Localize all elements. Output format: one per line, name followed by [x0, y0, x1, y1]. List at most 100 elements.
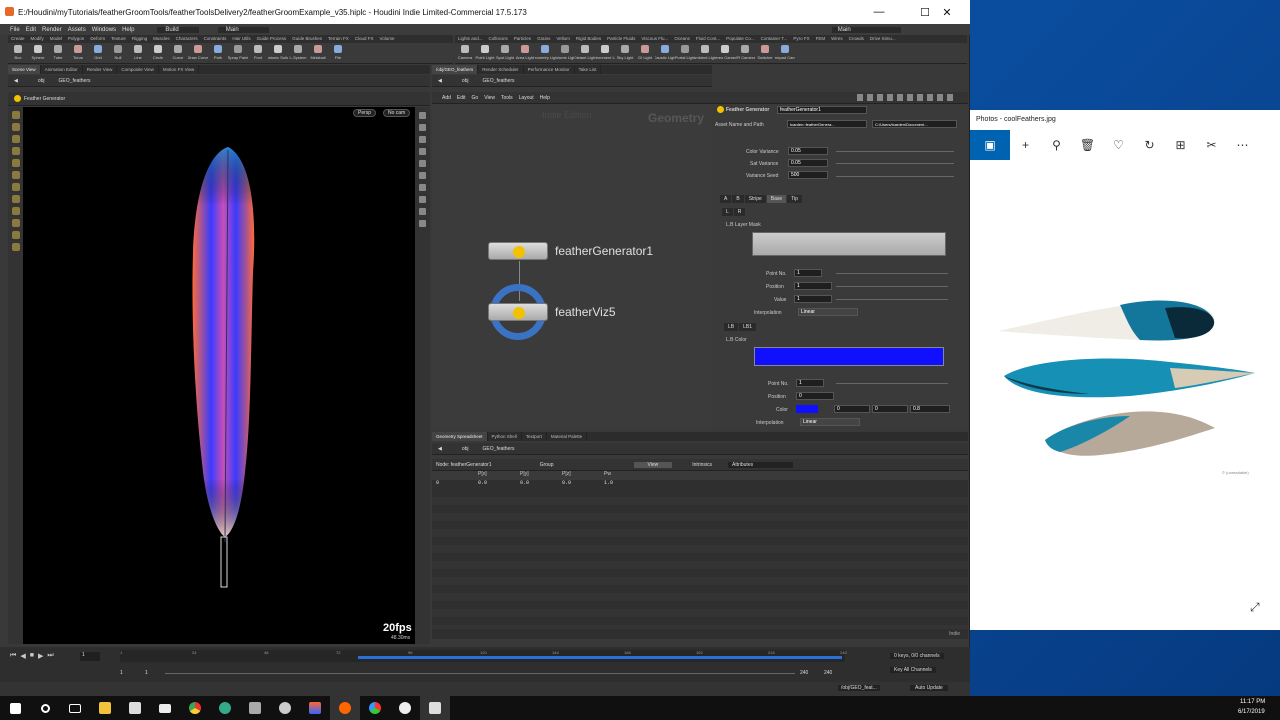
- display-option-icon-1[interactable]: [419, 112, 426, 119]
- shelf-tab-8[interactable]: Oceans: [671, 35, 693, 43]
- path-obj[interactable]: obj: [38, 78, 45, 84]
- shelf-tool-draw-curve[interactable]: Draw Curve: [188, 45, 208, 60]
- lb-tab-0[interactable]: LB: [724, 323, 739, 331]
- delete-icon[interactable]: 🗑: [1072, 138, 1103, 152]
- menu-render[interactable]: Render: [42, 27, 62, 33]
- tab-render-scheduler[interactable]: Render Scheduler: [478, 65, 524, 74]
- shelf-tab-10[interactable]: Populate Co...: [723, 35, 758, 43]
- network-editor[interactable]: Indie Edition Geometry featherGenerator1…: [432, 104, 712, 427]
- back-arrow-icon[interactable]: ◀: [14, 78, 18, 84]
- sheet-intrinsics-dropdown[interactable]: Intrinsics: [682, 462, 722, 468]
- net-menu-help[interactable]: Help: [540, 95, 550, 101]
- select-tool-icon[interactable]: [11, 111, 20, 119]
- minimize-button[interactable]: —: [856, 0, 902, 24]
- param-tab-3[interactable]: Base: [766, 195, 787, 203]
- stop-icon[interactable]: ■: [30, 652, 34, 660]
- shelf-tool-area-light[interactable]: Area Light: [515, 45, 535, 60]
- param-tab-0[interactable]: A: [720, 195, 732, 203]
- menu-help[interactable]: Help: [122, 27, 134, 33]
- shelf-tool-spot-light[interactable]: Spot Light: [495, 45, 515, 60]
- shelf-tab-12[interactable]: Guide Brushes: [289, 35, 325, 43]
- tab-geometry-spreadsheet[interactable]: Geometry Spreadsheet: [432, 432, 488, 441]
- desktop-dropdown-right[interactable]: Main: [831, 26, 901, 33]
- sheet-view-dropdown[interactable]: View: [633, 461, 673, 468]
- menu-edit[interactable]: Edit: [26, 27, 36, 33]
- point-no-slider[interactable]: [836, 273, 948, 274]
- shelf-tool-portal-light[interactable]: Portal Light: [675, 45, 695, 60]
- scale-tool-icon[interactable]: [11, 147, 20, 155]
- shelf-tab-7[interactable]: Muscles: [150, 35, 173, 43]
- taskbar-date[interactable]: 6/17/2019: [1238, 709, 1265, 715]
- net-menu-go[interactable]: Go: [472, 95, 479, 101]
- davinci-icon[interactable]: [360, 696, 390, 720]
- shelf-tab-6[interactable]: Rigging: [129, 35, 150, 43]
- houdini-taskbar-icon[interactable]: [330, 696, 360, 720]
- shelf-tool-gi-light[interactable]: GI Light: [635, 45, 655, 60]
- shelf-tool-l-system[interactable]: L-System: [288, 45, 308, 60]
- param-tab-1[interactable]: B: [732, 195, 744, 203]
- shelf-tool-stereo-camera[interactable]: Stereo Camera: [715, 45, 735, 60]
- shelf-tab-6[interactable]: Particle Fluids: [604, 35, 638, 43]
- shelf-tool-gamepad-camera[interactable]: Gamepad Camera: [775, 45, 795, 60]
- menu-assets[interactable]: Assets: [68, 27, 86, 33]
- color-variance-slider[interactable]: [836, 151, 954, 152]
- image-icon[interactable]: ▣: [970, 130, 1010, 160]
- brush-tool-icon[interactable]: [11, 183, 20, 191]
- color-g-field[interactable]: 0: [872, 405, 908, 413]
- menu-file[interactable]: File: [10, 27, 20, 33]
- shelf-tab-4[interactable]: Vellum: [553, 35, 573, 43]
- obs-icon[interactable]: [390, 696, 420, 720]
- rotate-tool-icon[interactable]: [11, 135, 20, 143]
- color-variance-field[interactable]: 0.05: [788, 147, 828, 155]
- plus-icon[interactable]: +: [1010, 138, 1041, 152]
- sheet-back-arrow-icon[interactable]: ◀: [438, 446, 442, 452]
- snap-tool-icon[interactable]: [11, 207, 20, 215]
- shelf-tab-2[interactable]: Particles: [511, 35, 534, 43]
- shelf-tool-line[interactable]: Line: [128, 45, 148, 60]
- variance-seed-field[interactable]: 500: [788, 171, 828, 179]
- shelf-tool-geometry-light[interactable]: Geometry Light: [535, 45, 555, 60]
- shelf-tool-ambient-light[interactable]: Ambient Light: [695, 45, 715, 60]
- build-dropdown[interactable]: Build: [157, 26, 199, 33]
- rotate-icon[interactable]: ↻: [1134, 138, 1165, 152]
- shelf-tool-metaball[interactable]: Metaball: [308, 45, 328, 60]
- tab-scene-view[interactable]: Scene View: [8, 65, 41, 74]
- shelf-tool-platonic-solids[interactable]: Platonic Solids: [268, 45, 288, 60]
- net-menu-view[interactable]: View: [484, 95, 495, 101]
- param-tab-4[interactable]: Tip: [787, 195, 802, 203]
- zoom-icon[interactable]: ⚲: [1041, 138, 1072, 152]
- range-end-field[interactable]: 240: [800, 670, 808, 676]
- shelf-tool-tube[interactable]: Tube: [48, 45, 68, 60]
- mail-icon[interactable]: [150, 696, 180, 720]
- auto-update-dropdown[interactable]: Auto Update: [910, 685, 948, 691]
- shelf-tab-13[interactable]: Terrain FX: [325, 35, 352, 43]
- display-option-icon-7[interactable]: [419, 184, 426, 191]
- shelf-tool-torus[interactable]: Torus: [68, 45, 88, 60]
- value-slider[interactable]: [836, 299, 948, 300]
- crop-icon[interactable]: ⊞: [1165, 138, 1196, 152]
- app-icon-colorful[interactable]: [300, 696, 330, 720]
- variance-seed-slider[interactable]: [836, 176, 954, 177]
- shelf-tool-distant-light[interactable]: Distant Light: [575, 45, 595, 60]
- sheet-attributes-dropdown[interactable]: Attributes: [727, 461, 794, 468]
- tab-material-palette[interactable]: Material Palette: [547, 432, 588, 441]
- sheet-path-geo-feathers[interactable]: GEO_feathers: [483, 446, 515, 452]
- search-icon[interactable]: [30, 696, 60, 720]
- magnet-tool-icon[interactable]: [11, 219, 20, 227]
- desktop-dropdown[interactable]: Main: [217, 26, 269, 33]
- param-subtab-1[interactable]: R: [733, 208, 746, 216]
- node-feathergenerator1[interactable]: [488, 242, 548, 260]
- net-menu-edit[interactable]: Edit: [457, 95, 466, 101]
- windows-start-icon[interactable]: [0, 696, 30, 720]
- file-explorer-icon[interactable]: [90, 696, 120, 720]
- task-view-icon[interactable]: [60, 696, 90, 720]
- value-field[interactable]: 1: [794, 295, 832, 303]
- shelf-tool-spray-paint[interactable]: Spray Paint: [228, 45, 248, 60]
- shelf-tool-volume-light[interactable]: Volume Light: [555, 45, 575, 60]
- param-subtab-0[interactable]: L: [722, 208, 733, 216]
- step-back-icon[interactable]: ◀: [20, 652, 25, 660]
- heart-icon[interactable]: ♡: [1103, 138, 1134, 152]
- net-menu-tools[interactable]: Tools: [501, 95, 513, 101]
- sat-variance-slider[interactable]: [836, 163, 954, 164]
- shelf-tab-10[interactable]: Hair Utils: [229, 35, 253, 43]
